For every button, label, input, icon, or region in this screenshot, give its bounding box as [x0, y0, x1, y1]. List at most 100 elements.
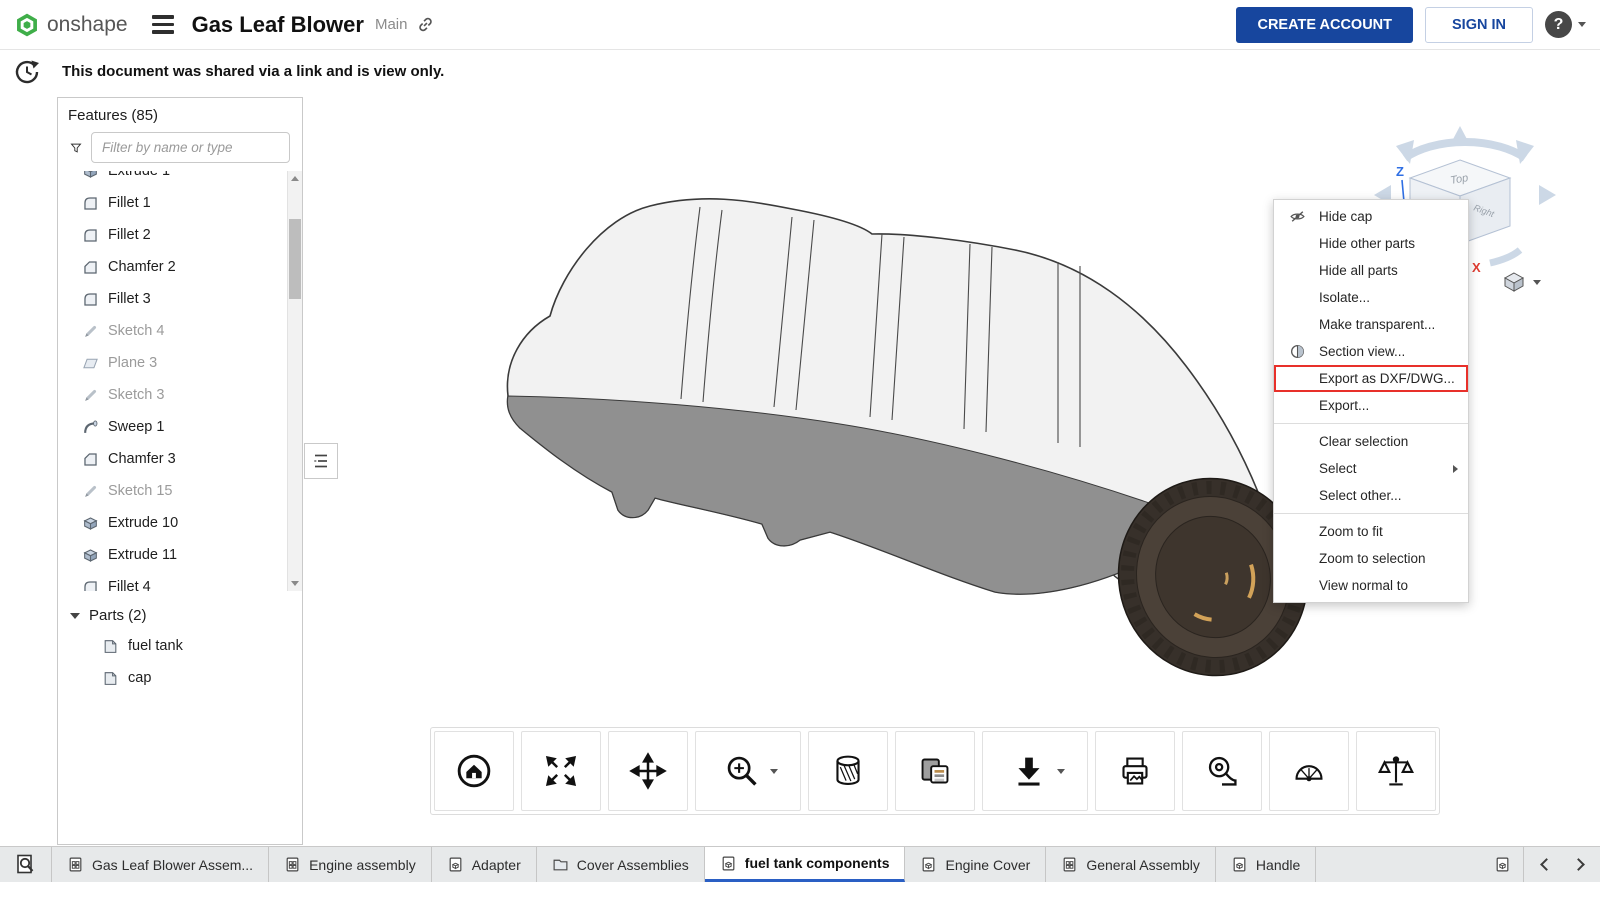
scroll-down-icon[interactable]: [291, 581, 299, 586]
parts-section-header[interactable]: Parts (2): [58, 591, 302, 630]
tab-search-button[interactable]: [0, 847, 52, 882]
feature-item-extrude-1[interactable]: Extrude 1: [58, 171, 302, 187]
part-item-cap[interactable]: cap: [58, 662, 302, 694]
folder-icon: [552, 856, 569, 873]
feature-item-sketch-3[interactable]: Sketch 3: [58, 379, 302, 411]
feature-label: Chamfer 2: [108, 259, 176, 275]
menu-item-export[interactable]: Export...: [1274, 392, 1468, 419]
versions-history-icon[interactable]: [12, 57, 42, 92]
feature-item-sketch-4[interactable]: Sketch 4: [58, 315, 302, 347]
menu-item-hide-all-parts[interactable]: Hide all parts: [1274, 257, 1468, 284]
fillet-icon: [82, 291, 99, 308]
zoom-dropdown-caret-icon[interactable]: [770, 769, 778, 774]
menu-item-export-as-dxf-dwg[interactable]: Export as DXF/DWG...: [1274, 365, 1468, 392]
tab-partial[interactable]: [1486, 847, 1524, 882]
menu-item-section-view[interactable]: Section view...: [1274, 338, 1468, 365]
home-view-icon: [451, 748, 497, 794]
appearance-button[interactable]: [895, 731, 975, 811]
filter-funnel-icon[interactable]: [70, 138, 82, 158]
feature-item-fillet-2[interactable]: Fillet 2: [58, 219, 302, 251]
feature-label: Sketch 15: [108, 483, 173, 499]
search-icon: [14, 853, 38, 877]
protractor-button[interactable]: [1269, 731, 1349, 811]
tabs-scroll-left-button[interactable]: [1538, 853, 1554, 877]
menu-item-hide-cap[interactable]: Hide cap: [1274, 203, 1468, 230]
hamburger-menu-icon[interactable]: [152, 15, 174, 34]
scroll-up-icon[interactable]: [291, 176, 299, 181]
tab-cover-assemblies[interactable]: Cover Assemblies: [537, 847, 705, 882]
feature-item-fillet-4[interactable]: Fillet 4: [58, 571, 302, 591]
create-account-button[interactable]: CREATE ACCOUNT: [1236, 7, 1413, 43]
download-dropdown-caret-icon[interactable]: [1057, 769, 1065, 774]
tab-engine-cover[interactable]: Engine Cover: [905, 847, 1046, 882]
feature-item-sweep-1[interactable]: Sweep 1: [58, 411, 302, 443]
tab-adapter[interactable]: Adapter: [432, 847, 537, 882]
scrollbar-thumb[interactable]: [289, 219, 301, 299]
chamfer-icon: [82, 451, 99, 468]
onshape-logo[interactable]: onshape: [14, 12, 128, 38]
feature-item-extrude-10[interactable]: Extrude 10: [58, 507, 302, 539]
chevron-down-icon: [70, 613, 80, 619]
menu-item-hide-other-parts[interactable]: Hide other parts: [1274, 230, 1468, 257]
help-menu[interactable]: ?: [1545, 11, 1586, 38]
iso-cube-icon: [1502, 270, 1526, 294]
feature-item-plane-3[interactable]: Plane 3: [58, 347, 302, 379]
fuel-tank-3d-model[interactable]: [300, 90, 1400, 730]
part-item-fuel-tank[interactable]: fuel tank: [58, 630, 302, 662]
view-options-dropdown[interactable]: [1502, 270, 1541, 294]
notice-text: This document was shared via a link and …: [62, 63, 444, 80]
menu-item-make-transparent[interactable]: Make transparent...: [1274, 311, 1468, 338]
measure-button[interactable]: [1182, 731, 1262, 811]
menu-item-select-other[interactable]: Select other...: [1274, 482, 1468, 509]
feature-item-fillet-3[interactable]: Fillet 3: [58, 283, 302, 315]
menu-item-view-normal-to[interactable]: View normal to: [1274, 572, 1468, 599]
extrude-icon: [82, 171, 99, 180]
part-studio-tab-icon: [1494, 856, 1511, 873]
menu-item-clear-selection[interactable]: Clear selection: [1274, 428, 1468, 455]
menu-item-zoom-to-fit[interactable]: Zoom to fit: [1274, 518, 1468, 545]
help-caret-icon: [1578, 22, 1586, 27]
assembly-tab-icon: [284, 856, 301, 873]
tab-handle[interactable]: Handle: [1216, 847, 1316, 882]
menu-item-isolate[interactable]: Isolate...: [1274, 284, 1468, 311]
tab-gas-leaf-blower-assembly[interactable]: Gas Leaf Blower Assem...: [52, 847, 269, 882]
units-button[interactable]: [1356, 731, 1436, 811]
tab-general-assembly[interactable]: General Assembly: [1046, 847, 1216, 882]
zoom-icon: [719, 748, 765, 794]
feature-item-extrude-11[interactable]: Extrude 11: [58, 539, 302, 571]
pan-button[interactable]: [608, 731, 688, 811]
sign-in-button[interactable]: SIGN IN: [1425, 7, 1533, 43]
feature-item-chamfer-2[interactable]: Chamfer 2: [58, 251, 302, 283]
feature-item-fillet-1[interactable]: Fillet 1: [58, 187, 302, 219]
measure-icon: [1199, 748, 1245, 794]
feature-list-scrollbar[interactable]: [287, 171, 302, 591]
workspace-name[interactable]: Main: [375, 16, 408, 33]
protractor-icon: [1286, 748, 1332, 794]
feature-label: Fillet 3: [108, 291, 151, 307]
print-button[interactable]: [1095, 731, 1175, 811]
x-axis-label: X: [1472, 260, 1481, 275]
feature-filter-input[interactable]: [91, 132, 290, 163]
download-button[interactable]: [982, 731, 1088, 811]
menu-item-select[interactable]: Select: [1274, 455, 1468, 482]
onshape-app: onshape Gas Leaf Blower Main CREATE ACCO…: [0, 0, 1600, 900]
feature-tree-icon: [311, 451, 331, 471]
tab-engine-assembly[interactable]: Engine assembly: [269, 847, 432, 882]
rotate-button[interactable]: [521, 731, 601, 811]
feature-item-chamfer-3[interactable]: Chamfer 3: [58, 443, 302, 475]
feature-item-sketch-15[interactable]: Sketch 15: [58, 475, 302, 507]
feature-label: Plane 3: [108, 355, 157, 371]
share-link-icon[interactable]: [416, 15, 435, 34]
home-view-button[interactable]: [434, 731, 514, 811]
tab-fuel-tank-components[interactable]: fuel tank components: [705, 847, 906, 882]
feature-label: Extrude 11: [108, 547, 177, 563]
tabs-scroll-right-button[interactable]: [1570, 853, 1586, 877]
shaded-view-button[interactable]: [808, 731, 888, 811]
feature-list-flyout-toggle[interactable]: [304, 443, 338, 479]
zoom-button[interactable]: [695, 731, 801, 811]
menu-item-zoom-to-selection[interactable]: Zoom to selection: [1274, 545, 1468, 572]
pan-icon: [625, 748, 671, 794]
help-icon[interactable]: ?: [1545, 11, 1572, 38]
feature-list: Extrude 1 Fillet 1 Fillet 2 Chamfer 2 Fi…: [58, 171, 302, 591]
assembly-tab-icon: [67, 856, 84, 873]
